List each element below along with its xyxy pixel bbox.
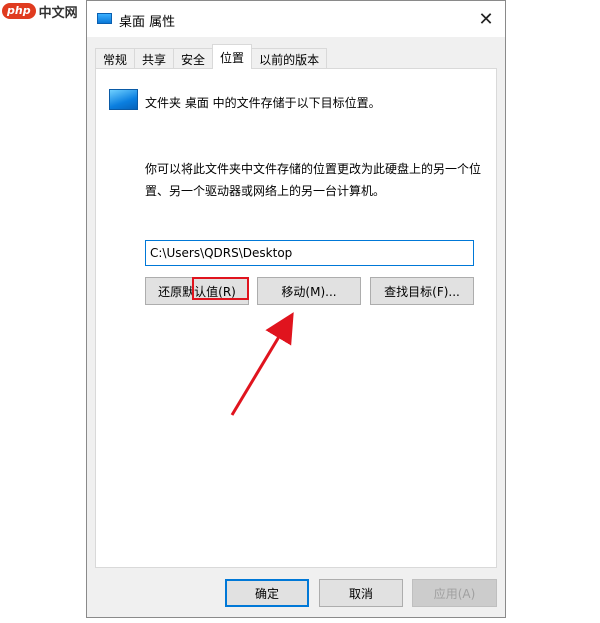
properties-dialog: 桌面 属性 ✕ 常规 共享 安全 位置 以前的版本 文件夹 桌面 中的文件存储于… xyxy=(86,0,506,618)
tab-location[interactable]: 位置 xyxy=(212,44,253,69)
window-title: 桌面 属性 xyxy=(119,15,176,30)
cancel-button[interactable]: 取消 xyxy=(319,579,403,607)
tab-sharing[interactable]: 共享 xyxy=(134,48,175,69)
title-bar: 桌面 属性 ✕ xyxy=(87,1,505,37)
tab-previous-versions[interactable]: 以前的版本 xyxy=(251,48,328,69)
location-description: 你可以将此文件夹中文件存储的位置更改为此硬盘上的另一个位置、另一个驱动器或网络上… xyxy=(145,162,482,198)
path-input[interactable] xyxy=(145,240,474,266)
tab-security[interactable]: 安全 xyxy=(173,48,214,69)
watermark-logo: php xyxy=(2,3,36,19)
move-button[interactable]: 移动(M)... xyxy=(257,277,361,305)
php-cn-watermark: php 中文网 xyxy=(2,2,78,21)
find-target-button[interactable]: 查找目标(F)... xyxy=(370,277,474,305)
folder-icon xyxy=(109,89,138,110)
ok-button[interactable]: 确定 xyxy=(225,579,309,607)
apply-button: 应用(A) xyxy=(412,579,497,607)
folder-location-text: 文件夹 桌面 中的文件存储于以下目标位置。 xyxy=(145,96,381,110)
desktop-folder-icon xyxy=(97,13,112,24)
close-button[interactable]: ✕ xyxy=(467,1,505,37)
tab-strip: 常规 共享 安全 位置 以前的版本 xyxy=(95,44,328,69)
location-tab-panel: 文件夹 桌面 中的文件存储于以下目标位置。 你可以将此文件夹中文件存储的位置更改… xyxy=(95,68,497,568)
watermark-text: 中文网 xyxy=(38,5,78,21)
move-button-highlight-box xyxy=(192,277,249,300)
tab-general[interactable]: 常规 xyxy=(95,48,136,69)
